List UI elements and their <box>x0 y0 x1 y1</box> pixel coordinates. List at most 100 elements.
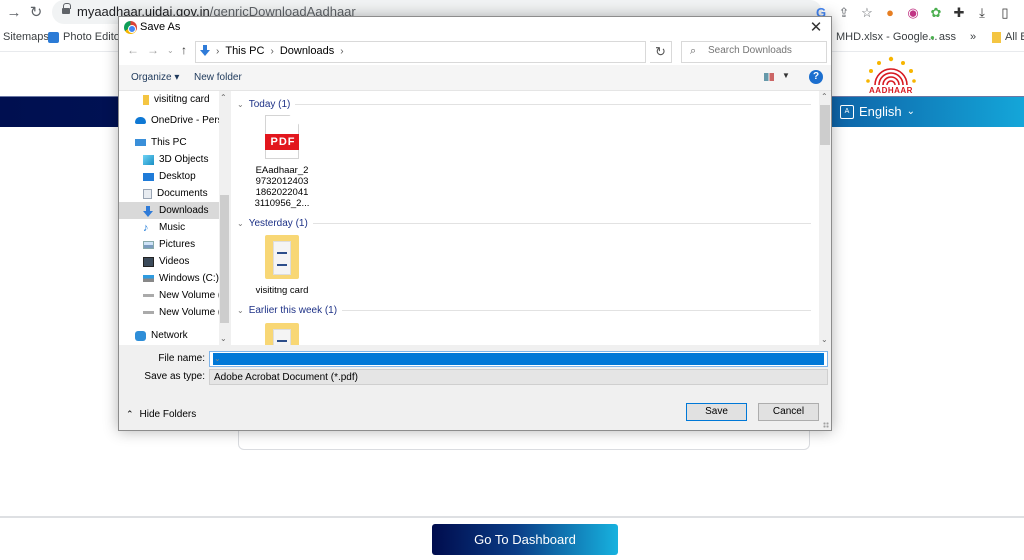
go-to-dashboard-button[interactable]: Go To Dashboard <box>432 524 618 555</box>
extension-icon-2[interactable]: ◉ <box>906 6 920 20</box>
new-folder-button[interactable]: New folder <box>194 72 242 83</box>
videos-icon <box>143 256 154 267</box>
file-name: visititng card <box>255 285 309 296</box>
reload-button[interactable]: ↻ <box>26 3 46 23</box>
up-folder-icon[interactable]: ↑ <box>181 43 187 57</box>
cancel-button[interactable]: Cancel <box>758 403 819 421</box>
nav-item-downloads[interactable]: Downloads <box>119 202 219 219</box>
cloud-icon <box>135 117 146 124</box>
nav-item-volume-e[interactable]: New Volume (E:) <box>119 304 230 321</box>
file-item-folder[interactable] <box>247 323 317 345</box>
extension-icon-3[interactable]: ✿ <box>929 6 943 20</box>
divider <box>312 222 811 224</box>
document-icon <box>143 188 152 199</box>
navigation-pane: visititng card OneDrive - Person This PC… <box>119 91 230 345</box>
file-name-input[interactable]: EAadhaar_2973201240318620220413110956_22… <box>209 351 828 367</box>
back-icon[interactable]: ← <box>127 43 139 57</box>
scrollbar-thumb[interactable] <box>220 195 229 323</box>
resize-grip[interactable] <box>823 422 829 428</box>
nav-item-label: Windows (C:) <box>159 273 220 284</box>
chevron-down-icon: ⌄ <box>237 305 244 315</box>
extension-icons: G ⇪ ☆ ● ◉ ✿ ✚ ⤓ ▯ <box>814 4 1012 22</box>
divider <box>342 309 811 311</box>
hide-folders-button[interactable]: ⌃ Hide Folders <box>126 409 196 420</box>
aadhaar-logo[interactable]: AADHAAR <box>862 55 920 95</box>
path-box[interactable]: › This PC › Downloads › ⌄ <box>195 41 714 63</box>
forward-button[interactable]: → <box>4 3 24 23</box>
group-header-today[interactable]: ⌄ Today (1) <box>237 97 811 111</box>
breadcrumb-separator: › <box>216 45 220 57</box>
nav-item-this-pc[interactable]: This PC <box>119 134 219 151</box>
drive-icon <box>143 294 154 297</box>
breadcrumb-this-pc[interactable]: This PC <box>225 45 264 57</box>
desktop-icon <box>143 172 154 181</box>
nav-item-label: Music <box>159 222 186 233</box>
nav-item-label: Documents <box>157 188 208 199</box>
star-icon[interactable]: ☆ <box>860 6 874 20</box>
bookmark-sitemaps[interactable]: Sitemaps <box>3 31 49 43</box>
nav-item-documents[interactable]: Documents <box>119 185 219 202</box>
download-icon[interactable]: ⤓ <box>975 6 989 20</box>
scroll-down-icon[interactable]: ⌄ <box>220 334 227 343</box>
group-header-earlier-this-week[interactable]: ⌄ Earlier this week (1) <box>237 303 811 317</box>
file-name: EAadhaar_2 9732012403 1862022041 3110956… <box>254 165 310 209</box>
address-row: ← → ⌄ ↑ › This PC › Downloads › ⌄ ↻ ⌕ <box>119 39 831 65</box>
nav-item-music[interactable]: ♪ Music <box>119 219 219 236</box>
nav-item-3d-objects[interactable]: 3D Objects <box>119 151 219 168</box>
nav-item-label: Videos <box>159 256 190 267</box>
folder-icon <box>265 323 299 345</box>
bookmark-mhd[interactable]: MHD.xlsx - Google... <box>836 31 937 43</box>
nav-item-videos[interactable]: Videos <box>119 253 219 270</box>
chevron-down-icon[interactable]: ⌄ <box>213 353 824 365</box>
view-options-icon[interactable] <box>764 73 774 81</box>
search-box[interactable]: ⌕ <box>681 41 827 63</box>
chevron-down-icon: ⌄ <box>237 218 244 228</box>
group-header-yesterday[interactable]: ⌄ Yesterday (1) <box>237 216 811 230</box>
scroll-up-icon[interactable]: ⌃ <box>220 93 227 102</box>
nav-item-pictures[interactable]: Pictures <box>119 236 219 253</box>
forward-icon[interactable]: → <box>147 43 159 57</box>
nav-item-desktop[interactable]: Desktop <box>119 168 219 185</box>
nav-item-label: This PC <box>151 137 187 148</box>
bookmark-ass[interactable]: ● ass <box>930 31 956 43</box>
recent-locations-icon[interactable]: ⌄ <box>167 46 174 55</box>
nav-item-volume-d[interactable]: New Volume (D:) <box>119 287 230 304</box>
save-as-dialog: Save As ✕ ← → ⌄ ↑ › This PC › Downloads … <box>118 16 832 431</box>
nav-item-onedrive[interactable]: OneDrive - Person <box>119 112 230 129</box>
scroll-down-icon[interactable]: ⌄ <box>821 335 828 344</box>
file-item-eaadhaar-pdf[interactable]: PDF EAadhaar_2 9732012403 1862022041 311… <box>247 115 317 209</box>
nav-item-windows-c[interactable]: Windows (C:) <box>119 270 219 287</box>
help-icon[interactable]: ? <box>809 70 823 84</box>
dialog-titlebar[interactable]: Save As ✕ <box>119 17 831 39</box>
nav-item-label: Network <box>151 330 188 341</box>
breadcrumb-downloads[interactable]: Downloads <box>280 45 334 57</box>
nav-item-network[interactable]: Network <box>119 327 219 344</box>
chrome-icon <box>124 21 137 34</box>
search-input[interactable] <box>708 45 823 56</box>
puzzle-icon[interactable]: ✚ <box>952 6 966 20</box>
language-selector[interactable]: A English ⌄ <box>840 104 915 119</box>
group-label: Yesterday (1) <box>248 217 308 229</box>
nav-item-visiting-card[interactable]: visititng card <box>119 91 219 108</box>
side-panel-icon[interactable]: ▯ <box>998 6 1012 20</box>
view-dropdown-icon[interactable]: ▼ <box>782 71 790 80</box>
bookmark-all[interactable]: All B <box>992 31 1024 43</box>
refresh-icon[interactable]: ↻ <box>650 41 672 63</box>
share-icon[interactable]: ⇪ <box>837 6 851 20</box>
save-type-select[interactable]: Adobe Acrobat Document (*.pdf) ⌄ <box>209 369 828 385</box>
close-icon[interactable]: ✕ <box>806 18 826 38</box>
download-icon <box>143 205 154 217</box>
organize-button[interactable]: Organize ▾ <box>131 72 179 83</box>
file-item-visiting-card[interactable]: visititng card <box>247 235 317 296</box>
scroll-up-icon[interactable]: ⌃ <box>821 92 828 101</box>
nav-scrollbar[interactable]: ⌃ ⌄ <box>219 91 230 345</box>
bookmarks-overflow[interactable]: » <box>970 31 976 43</box>
extension-icon-1[interactable]: ● <box>883 6 897 20</box>
scrollbar-thumb[interactable] <box>820 105 830 145</box>
translate-icon: A <box>840 104 854 119</box>
file-scrollbar[interactable]: ⌃ ⌄ <box>819 91 831 345</box>
network-icon <box>135 330 146 341</box>
group-label: Today (1) <box>248 98 291 110</box>
chevron-up-icon: ⌃ <box>126 409 134 419</box>
save-button[interactable]: Save <box>686 403 747 421</box>
